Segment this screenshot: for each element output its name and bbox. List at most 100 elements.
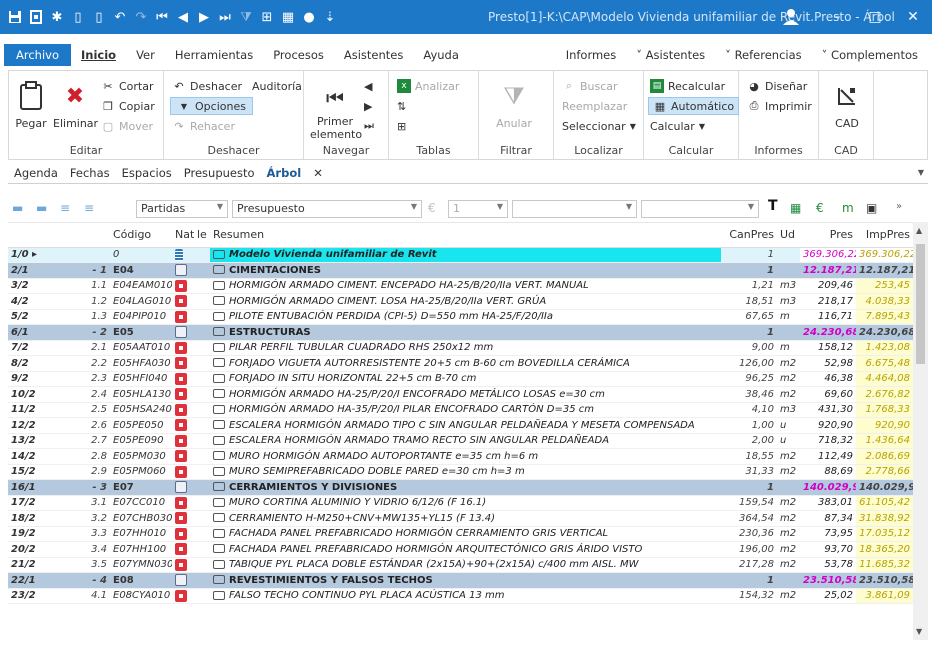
cell-le[interactable]: [194, 541, 210, 558]
cell-canpres[interactable]: 1,00: [721, 417, 777, 434]
cell-pres[interactable]: 25,02: [800, 588, 856, 604]
cell-codigo[interactable]: E05PE090: [110, 433, 172, 449]
cell-le[interactable]: [194, 371, 210, 387]
cell-canpres[interactable]: 230,36: [721, 526, 777, 542]
cell-resumen[interactable]: HORMIGÓN ARMADO HA-25/P/20/I ENCOFRADO M…: [210, 386, 721, 403]
cell-imppres[interactable]: 12.187,21: [856, 262, 913, 279]
cell-imppres[interactable]: 18.365,20: [856, 541, 913, 558]
cell-item[interactable]: 1.3: [38, 309, 110, 325]
cell-number[interactable]: 18/2: [8, 510, 38, 527]
cell-ud[interactable]: m: [777, 340, 800, 356]
cell-ud[interactable]: m2: [777, 495, 800, 511]
cad-button[interactable]: CAD: [827, 79, 867, 130]
cell-pres[interactable]: 218,17: [800, 293, 856, 310]
cell-number[interactable]: 4/2: [8, 293, 38, 310]
cell-ud[interactable]: [777, 324, 800, 341]
presupuesto-select[interactable]: Presupuesto ▼: [232, 200, 422, 218]
euro-calc-icon[interactable]: €: [816, 201, 824, 215]
document-icon[interactable]: [27, 7, 45, 27]
eliminar-button[interactable]: ✖ Eliminar: [53, 79, 98, 131]
cell-codigo[interactable]: E05HLA130: [110, 386, 172, 403]
cell-number[interactable]: 11/2: [8, 402, 38, 418]
disenar-button[interactable]: ◕ Diseñar: [747, 77, 807, 95]
cell-codigo[interactable]: E05AAT010: [110, 340, 172, 356]
help-icon[interactable]: ●: [300, 7, 318, 27]
menu-asistentes[interactable]: Asistentes: [334, 44, 414, 66]
cell-number[interactable]: 10/2: [8, 386, 38, 403]
imprimir-button[interactable]: ⎙ Imprimir: [747, 97, 812, 115]
cell-ud[interactable]: m2: [777, 541, 800, 558]
table-row[interactable]: 8/2 2.2 E05HFA030 FORJADO VIGUETA AUTORRESI…: [8, 355, 913, 372]
cell-natc[interactable]: [172, 479, 194, 496]
prev-element-icon[interactable]: ◀: [364, 77, 372, 95]
table-row[interactable]: 4/2 1.2 E04LAG010 HORMIGÓN ARMADO CIMENT. L…: [8, 293, 913, 310]
cell-number[interactable]: 9/2: [8, 371, 38, 387]
cell-canpres[interactable]: 38,46: [721, 386, 777, 403]
cell-pres[interactable]: 87,34: [800, 510, 856, 527]
cell-item[interactable]: 3.5: [38, 557, 110, 573]
table-row[interactable]: 16/1- 3 E07 CERRAMIENTOS Y DIVISIONES 1 140.…: [8, 479, 913, 496]
cell-number[interactable]: 19/2: [8, 526, 38, 542]
cell-ud[interactable]: m3: [777, 278, 800, 294]
rehacer-button[interactable]: ↷ Rehacer: [172, 117, 235, 135]
cell-natc[interactable]: [172, 402, 194, 418]
cell-item[interactable]: - 1: [38, 262, 110, 279]
cell-pres[interactable]: 383,01: [800, 495, 856, 511]
table-row[interactable]: 7/2 2.1 E05AAT010 PILAR PERFIL TUBULAR CUAD…: [8, 340, 913, 356]
user-icon[interactable]: [780, 6, 802, 28]
euro-icon[interactable]: €: [428, 201, 436, 215]
more-icon[interactable]: »: [896, 201, 902, 212]
tree-table-icon[interactable]: ⊞: [397, 117, 406, 135]
cell-number[interactable]: 15/2: [8, 464, 38, 480]
cell-item[interactable]: 2.9: [38, 464, 110, 480]
cell-le[interactable]: [194, 340, 210, 356]
buscar-button[interactable]: ⌕ Buscar: [562, 77, 618, 95]
cell-canpres[interactable]: 159,54: [721, 495, 777, 511]
menu-procesos[interactable]: Procesos: [263, 44, 334, 66]
cell-ud[interactable]: m3: [777, 293, 800, 310]
cell-le[interactable]: [194, 324, 210, 341]
cell-imppres[interactable]: 2.676,82: [856, 386, 913, 403]
cell-resumen[interactable]: ESTRUCTURAS: [210, 324, 721, 341]
cell-resumen[interactable]: CERRAMIENTO H-M250+CNV+MW135+YL15 (F 13.…: [210, 510, 721, 527]
table-row[interactable]: 13/2 2.7 E05PE090 ESCALERA HORMIGÓN ARMADO …: [8, 433, 913, 449]
menu-ver[interactable]: Ver: [126, 44, 165, 66]
cell-resumen[interactable]: Modelo Vivienda unifamiliar de Revit: [210, 247, 721, 263]
cell-canpres[interactable]: 1: [721, 262, 777, 279]
next-element-icon[interactable]: ▶: [364, 97, 372, 115]
cell-item[interactable]: - 3: [38, 479, 110, 496]
cell-number[interactable]: 6/1: [8, 324, 38, 341]
calcular-button[interactable]: Calcular ▼: [650, 117, 705, 135]
menu-referencias[interactable]: ˅ Referencias: [715, 44, 811, 66]
cell-number[interactable]: 23/2: [8, 588, 38, 604]
cell-imppres[interactable]: 4.464,08: [856, 371, 913, 387]
cell-pres[interactable]: 431,30: [800, 402, 856, 418]
table-row[interactable]: 6/1- 2 E05 ESTRUCTURAS 1 24.230,68 24.230,68: [8, 324, 913, 341]
cell-natc[interactable]: [172, 433, 194, 449]
table-row[interactable]: 3/2 1.1 E04EAM010 HORMIGÓN ARMADO CIMENT. E…: [8, 278, 913, 294]
cell-item[interactable]: 2.7: [38, 433, 110, 449]
cell-le[interactable]: [194, 417, 210, 434]
cell-canpres[interactable]: 67,65: [721, 309, 777, 325]
cell-codigo[interactable]: E05PE050: [110, 417, 172, 434]
cell-codigo[interactable]: E05PM060: [110, 464, 172, 480]
cell-resumen[interactable]: PILAR PERFIL TUBULAR CUADRADO RHS 250x12…: [210, 340, 721, 356]
cell-resumen[interactable]: ESCALERA HORMIGÓN ARMADO TIPO C SIN ANGU…: [210, 417, 721, 434]
cell-imppres[interactable]: 7.895,43: [856, 309, 913, 325]
cell-ud[interactable]: m3: [777, 402, 800, 418]
cell-canpres[interactable]: 9,00: [721, 340, 777, 356]
table-row[interactable]: 23/2 4.1 E08CYA010 FALSO TECHO CONTINUO PYL…: [8, 588, 913, 604]
table-row[interactable]: 17/2 3.1 E07CC010 MURO CORTINA ALUMINIO Y V…: [8, 495, 913, 511]
cell-natc[interactable]: [172, 448, 194, 465]
close-icon[interactable]: ✕: [894, 0, 932, 34]
partidas-select[interactable]: Partidas ▼: [136, 200, 228, 218]
cell-imppres[interactable]: 17.035,12: [856, 526, 913, 542]
cell-imppres[interactable]: 4.038,33: [856, 293, 913, 310]
table-row[interactable]: 22/1- 4 E08 REVESTIMIENTOS Y FALSOS TECHOS…: [8, 572, 913, 589]
cell-resumen[interactable]: MURO SEMIPREFABRICADO DOBLE PARED e=30 c…: [210, 464, 721, 480]
cell-le[interactable]: [194, 386, 210, 403]
cell-codigo[interactable]: E04LAG010: [110, 293, 172, 310]
cell-ud[interactable]: [777, 479, 800, 496]
cell-canpres[interactable]: 1,21: [721, 278, 777, 294]
cell-resumen[interactable]: FORJADO VIGUETA AUTORRESISTENTE 20+5 cm …: [210, 355, 721, 372]
